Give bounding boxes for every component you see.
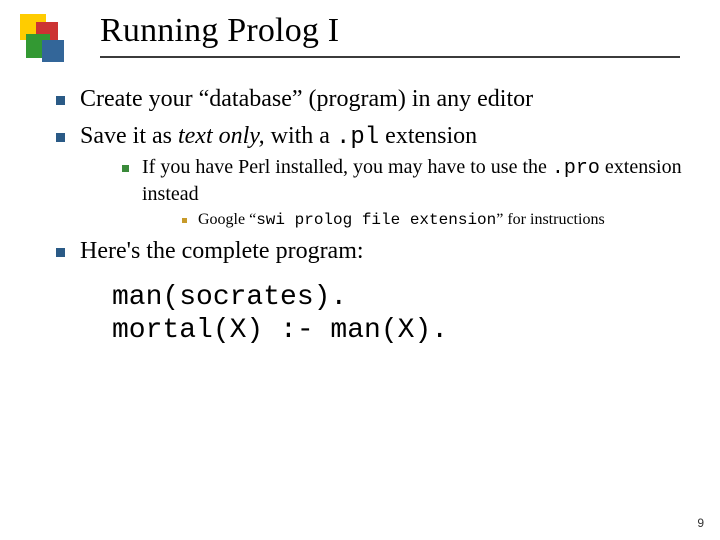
bullet-google-swi: Google “swi prolog file extension” for i… — [182, 210, 684, 230]
bullet-italic: text only, — [178, 123, 265, 149]
bullet-create-database: Create your “database” (program) in any … — [56, 84, 684, 115]
bullet-code: .pl — [336, 124, 379, 151]
bullet-text: Google “ — [198, 211, 256, 228]
bullet-text: Save it as — [80, 123, 178, 149]
title-underline — [100, 56, 680, 58]
bullet-text: with a — [265, 123, 336, 149]
bullet-text: If you have Perl installed, you may have… — [142, 156, 552, 178]
bullet-perl-pro-extension: If you have Perl installed, you may have… — [122, 155, 684, 230]
slide-corner-icon — [20, 14, 84, 70]
title-area: Running Prolog I — [100, 12, 680, 58]
bullet-complete-program: Here's the complete program: — [56, 236, 684, 267]
bullet-code: .pro — [552, 157, 600, 180]
prolog-code-block: man(socrates). mortal(X) :- man(X). — [112, 281, 684, 348]
bullet-text: Here's the complete program: — [80, 238, 364, 264]
bullet-text: extension — [379, 123, 477, 149]
bullet-text: ” for instructions — [496, 211, 604, 228]
slide-body: Create your “database” (program) in any … — [56, 84, 684, 348]
page-number: 9 — [697, 516, 704, 530]
bullet-text: Create your “database” (program) in any … — [80, 86, 533, 112]
bullet-code: swi prolog file extension — [256, 211, 496, 229]
slide-title: Running Prolog I — [100, 12, 680, 50]
bullet-save-text-only: Save it as text only, with a .pl extensi… — [56, 121, 684, 230]
